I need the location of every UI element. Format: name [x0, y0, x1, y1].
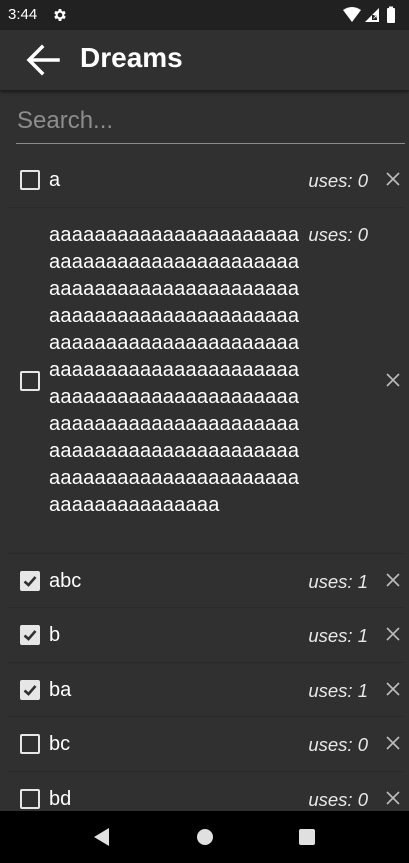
list-item[interactable]: b uses: 1	[8, 608, 405, 663]
uses-count: uses: 1	[308, 570, 368, 592]
list-item[interactable]: abc uses: 1	[8, 554, 405, 609]
navigation-bar	[0, 811, 409, 863]
item-label: bc	[49, 733, 71, 756]
item-label: ba	[49, 678, 72, 701]
checkbox[interactable]	[20, 170, 40, 190]
uses-count: uses: 1	[308, 679, 368, 701]
wifi-icon	[343, 7, 361, 22]
checkbox[interactable]	[20, 788, 40, 809]
list-item[interactable]: bc uses: 0	[8, 717, 405, 772]
search-input[interactable]	[16, 102, 405, 140]
uses-count: uses: 0	[308, 170, 368, 191]
item-label: b	[49, 624, 61, 647]
checkbox-checked[interactable]	[20, 625, 40, 646]
nav-back-icon[interactable]	[92, 827, 110, 847]
status-bar: 3:44 ×	[0, 0, 409, 30]
item-label: bd	[49, 787, 72, 810]
item-label: aaaaaaaaaaaaaaaaaaaaaaaaaaaaaaaaaaaaaaaa…	[49, 223, 300, 516]
checkmark-icon	[23, 630, 37, 642]
checkbox[interactable]	[20, 370, 40, 391]
app-bar: Dreams	[0, 30, 409, 90]
gear-icon	[54, 9, 66, 21]
close-icon[interactable]	[385, 735, 401, 751]
checkmark-icon	[23, 575, 37, 587]
page-title: Dreams	[80, 42, 183, 73]
uses-count: uses: 0	[308, 223, 368, 245]
close-icon[interactable]	[385, 572, 401, 588]
close-icon[interactable]	[385, 626, 401, 642]
uses-count: uses: 1	[308, 625, 368, 647]
checkbox-checked[interactable]	[20, 570, 40, 591]
list-item[interactable]: ba uses: 1	[8, 663, 405, 718]
nav-home-icon[interactable]	[196, 828, 214, 846]
close-icon[interactable]	[385, 790, 401, 806]
close-icon[interactable]	[385, 171, 401, 187]
status-icons: ×	[343, 6, 395, 23]
svg-text:×: ×	[372, 12, 380, 22]
list-item[interactable]: a uses: 0	[8, 153, 405, 208]
status-time: 3:44	[8, 6, 38, 23]
arrow-back-icon[interactable]	[26, 44, 60, 76]
close-icon[interactable]	[385, 681, 401, 697]
close-icon[interactable]	[385, 372, 401, 388]
checkbox[interactable]	[20, 734, 40, 755]
dream-list: a uses: 0 aaaaaaaaaaaaaaaaaaaaaaaaaaaaaa…	[8, 153, 405, 811]
list-item[interactable]: bd uses: 0	[8, 772, 405, 811]
uses-count: uses: 0	[308, 734, 368, 756]
checkbox-checked[interactable]	[20, 679, 40, 700]
battery-icon	[387, 8, 395, 23]
list-item[interactable]: aaaaaaaaaaaaaaaaaaaaaaaaaaaaaaaaaaaaaaaa…	[8, 208, 405, 554]
nav-recents-icon[interactable]	[298, 828, 316, 846]
uses-count: uses: 0	[308, 788, 368, 810]
search-field	[16, 102, 405, 144]
item-label: abc	[49, 569, 82, 592]
checkmark-icon	[23, 684, 37, 696]
item-label: a	[49, 169, 61, 191]
